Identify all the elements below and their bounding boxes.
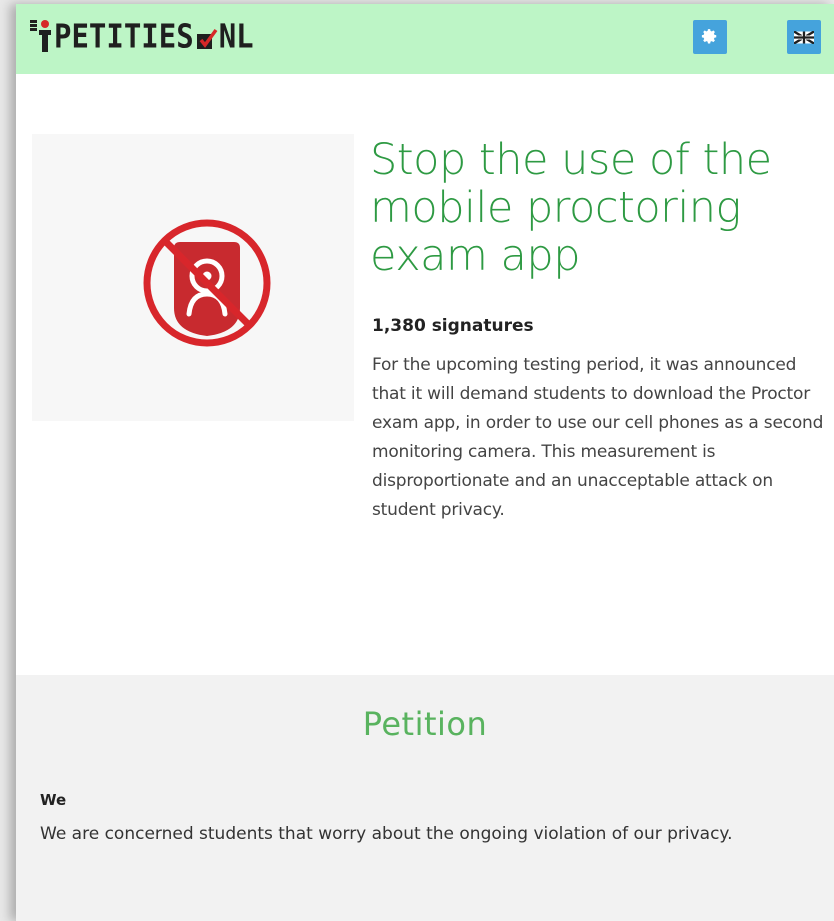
page: PETITIES NL Stop the use of the mobile p… — [16, 4, 834, 921]
settings-button[interactable] — [693, 20, 727, 54]
uk-flag-icon — [794, 30, 814, 44]
petition-title: Stop the use of the mobile proctoring ex… — [370, 135, 772, 281]
petition-section: Petition We We are concerned students th… — [16, 675, 834, 921]
gear-icon — [701, 29, 717, 44]
petition-image — [32, 134, 354, 421]
petition-summary: For the upcoming testing period, it was … — [372, 355, 824, 520]
no-camera-proctoring-icon — [143, 219, 271, 347]
we-text: We are concerned students that worry abo… — [40, 824, 733, 844]
we-label: We — [40, 791, 67, 809]
site-logo[interactable]: PETITIES NL — [28, 16, 254, 56]
logo-figure-icon — [30, 20, 51, 52]
logo-text-left: PETITIES — [54, 15, 194, 55]
signature-count: 1,380 signatures — [372, 316, 534, 336]
logo-text-right: NL — [218, 15, 254, 55]
site-header: PETITIES NL — [16, 4, 834, 74]
language-button[interactable] — [787, 20, 821, 54]
section-heading: Petition — [362, 705, 488, 743]
logo-ballot-check-icon — [196, 28, 218, 49]
